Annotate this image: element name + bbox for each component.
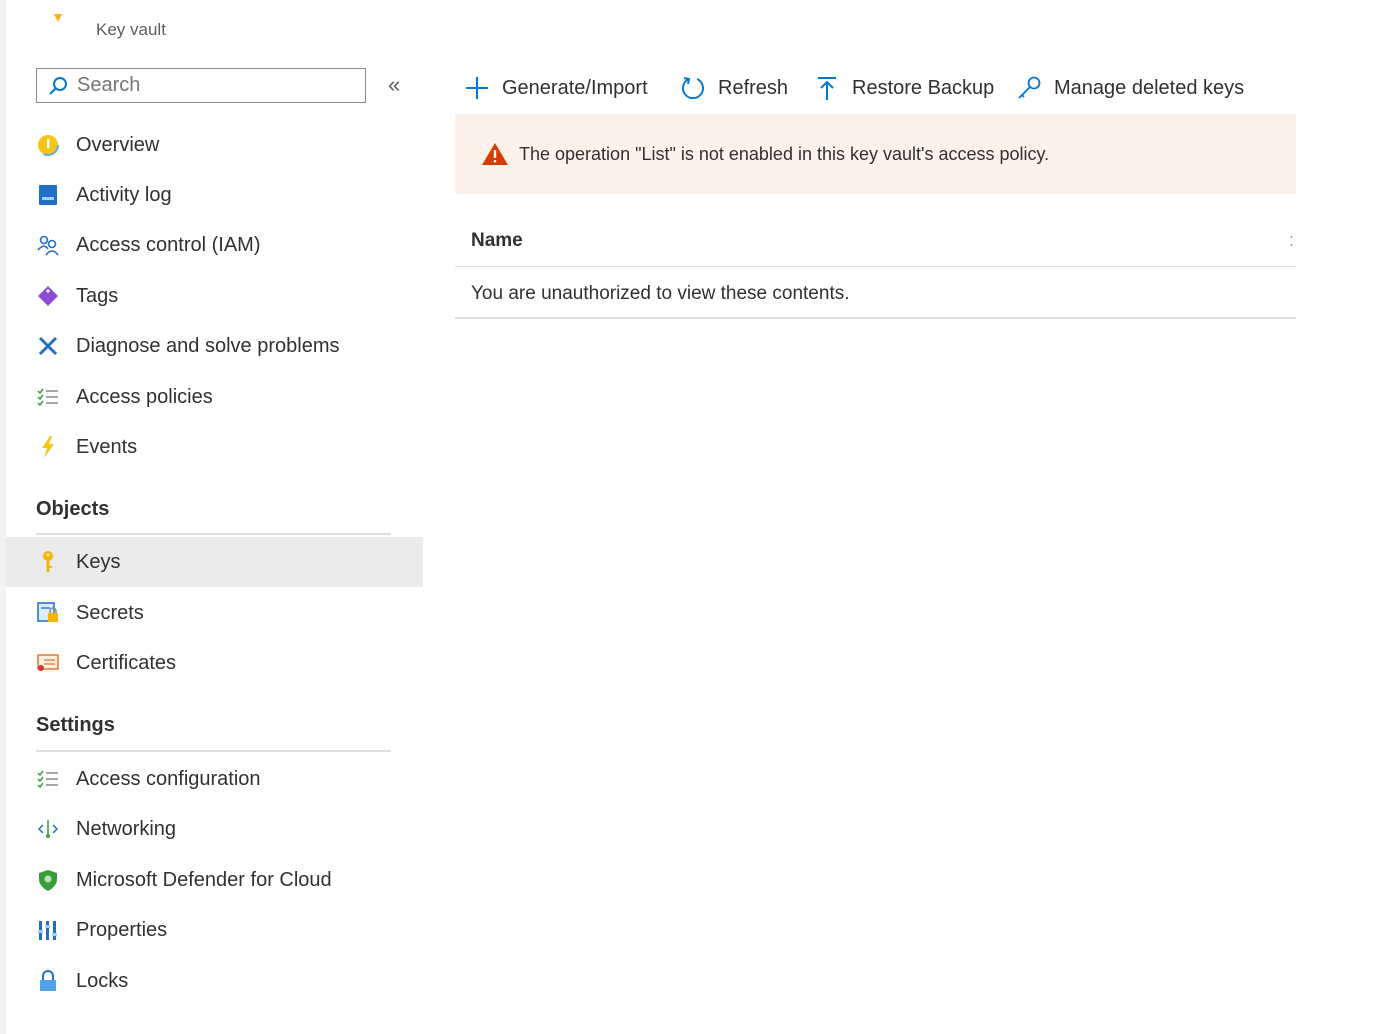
network-icon (37, 820, 59, 838)
sidebar-item-certificates[interactable]: Certificates (6, 638, 423, 688)
sidebar-item-label: Certificates (76, 651, 177, 674)
tag-icon (38, 286, 58, 306)
sidebar-item-label: Access control (IAM) (76, 233, 261, 256)
search-icon (49, 76, 67, 95)
table-header: Name : (455, 216, 1296, 267)
sidebar-item-overview[interactable]: Overview (6, 120, 423, 170)
people-icon (37, 235, 59, 256)
lock-icon (40, 970, 56, 991)
sidebar-item-label: Overview (76, 133, 160, 156)
section-divider (36, 533, 391, 535)
sidebar-item-label: Diagnose and solve problems (76, 334, 340, 357)
sidebar-item-tags[interactable]: Tags (6, 271, 423, 321)
sidebar-item-label: Access configuration (76, 767, 261, 790)
sidebar-item-properties[interactable]: Properties (6, 905, 423, 955)
sidebar-item-locks[interactable]: Locks (6, 956, 423, 1006)
activity-log-icon (39, 185, 57, 205)
sidebar-item-defender[interactable]: Microsoft Defender for Cloud (6, 855, 423, 905)
manage-deleted-keys-button[interactable]: Manage deleted keys (1016, 68, 1244, 108)
refresh-button[interactable]: Refresh (680, 68, 788, 108)
sidebar-item-events[interactable]: Events (6, 422, 423, 472)
sidebar-item-diagnose[interactable]: Diagnose and solve problems (6, 321, 423, 371)
sidebar-item-activity-log[interactable]: Activity log (6, 170, 423, 220)
search-input[interactable] (77, 74, 347, 97)
certificate-icon (37, 654, 59, 671)
checklist-icon (37, 770, 58, 789)
key-outline-icon (1018, 76, 1041, 99)
restore-backup-button[interactable]: Restore Backup (814, 68, 994, 108)
shield-icon (39, 870, 57, 891)
lightning-icon (42, 436, 54, 458)
sidebar-item-label: Properties (76, 918, 168, 941)
sidebar-item-keys[interactable]: Keys (6, 537, 423, 587)
warning-text: The operation "List" is not enabled in t… (519, 144, 1050, 164)
sidebar-item-networking[interactable]: Networking (6, 804, 423, 854)
refresh-label: Refresh (718, 76, 789, 99)
secret-icon (37, 602, 58, 622)
sidebar-item-label: Locks (76, 969, 129, 992)
sidebar-item-label: Activity log (76, 183, 172, 206)
overview-icon (37, 134, 59, 156)
properties-icon (38, 921, 57, 940)
wrench-icon (38, 336, 58, 356)
sidebar-item-label: Microsoft Defender for Cloud (76, 868, 332, 891)
resource-type-label: Key vault (96, 20, 166, 39)
sidebar-item-label: Tags (76, 284, 119, 307)
checklist-icon (37, 388, 58, 407)
generate-import-button[interactable]: Generate/Import (464, 68, 648, 108)
refresh-icon (682, 77, 704, 100)
column-header-name[interactable]: Name (471, 230, 523, 252)
collapse-sidebar-button[interactable]: « (388, 74, 400, 96)
manage-deleted-keys-label: Manage deleted keys (1054, 76, 1245, 99)
sidebar-item-label: Secrets (76, 601, 144, 624)
section-divider (36, 750, 391, 752)
sidebar-item-access-configuration[interactable]: Access configuration (6, 754, 423, 804)
sidebar-item-access-control[interactable]: Access control (IAM) (6, 220, 423, 270)
key-icon (43, 551, 53, 572)
table-row: You are unauthorized to view these conte… (455, 267, 1296, 319)
upload-icon (818, 77, 836, 100)
restore-backup-label: Restore Backup (852, 76, 995, 99)
sidebar-item-secrets[interactable]: Secrets (6, 588, 423, 638)
sidebar-item-access-policies[interactable]: Access policies (6, 372, 423, 422)
sidebar-item-label: Networking (76, 817, 177, 840)
sidebar-item-label: Keys (76, 550, 121, 573)
sidebar-search[interactable] (36, 68, 366, 103)
sidebar-item-label: Access policies (76, 385, 213, 408)
empty-message: You are unauthorized to view these conte… (471, 283, 850, 304)
section-title-settings: Settings (36, 714, 115, 736)
sidebar-item-label: Events (76, 435, 138, 458)
plus-icon (466, 77, 488, 99)
section-title-objects: Objects (36, 498, 110, 520)
generate-import-label: Generate/Import (502, 76, 648, 99)
column-options[interactable]: : (1289, 230, 1294, 251)
warning-icon (482, 143, 508, 165)
warning-banner: The operation "List" is not enabled in t… (455, 114, 1296, 194)
key-vault-icon (54, 14, 62, 22)
